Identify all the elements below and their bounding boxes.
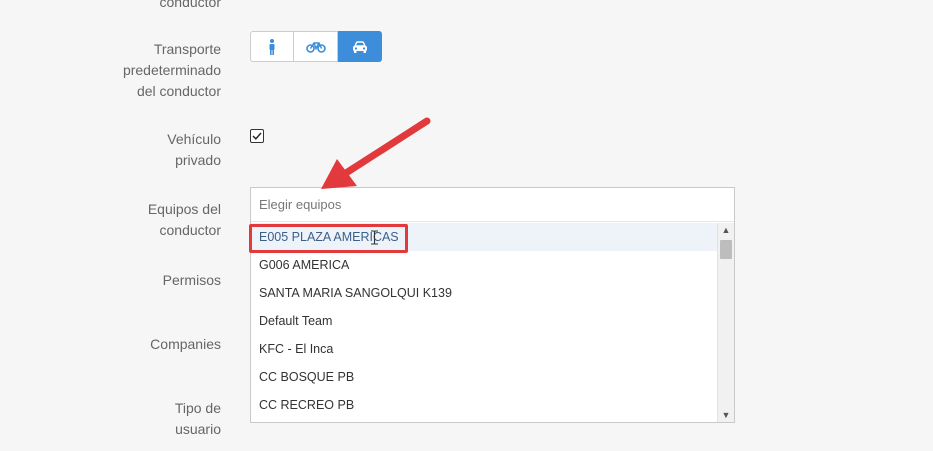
scrollbar-thumb[interactable] <box>720 240 732 259</box>
text-cursor-icon <box>371 230 378 245</box>
label-user-type: Tipo de usuario <box>174 400 221 437</box>
transport-walking-button[interactable] <box>250 31 294 62</box>
team-option[interactable]: CC BOSQUE PB <box>251 363 717 391</box>
label-conductor-partial: conductor <box>159 0 221 10</box>
scroll-up-icon[interactable]: ▲ <box>718 223 734 237</box>
annotation-highlight-box <box>249 224 408 253</box>
walking-icon <box>269 38 275 55</box>
private-vehicle-checkbox[interactable] <box>250 129 264 143</box>
car-icon <box>352 40 367 53</box>
transport-car-button[interactable] <box>338 31 382 62</box>
driver-teams-select: E005 PLAZA AMERICAS G006 AMERICA SANTA M… <box>250 187 735 423</box>
team-option[interactable]: Default Team <box>251 307 717 335</box>
label-private-vehicle: Vehículo privado <box>167 131 221 168</box>
transport-button-group <box>250 31 382 62</box>
bicycle-icon <box>305 41 326 53</box>
team-option[interactable]: SANTA MARIA SANGOLQUI K139 <box>251 279 717 307</box>
transport-bicycle-button[interactable] <box>294 31 338 62</box>
label-driver-teams: Equipos del conductor <box>147 201 221 238</box>
label-permissions: Permisos <box>162 272 221 288</box>
scroll-down-icon[interactable]: ▼ <box>718 408 734 422</box>
options-scrollbar[interactable]: ▲ ▼ <box>717 223 734 422</box>
team-option[interactable]: KFC - El Inca <box>251 335 717 363</box>
team-option[interactable]: G006 AMERICA <box>251 251 717 279</box>
team-option[interactable]: CC RECREO PB <box>251 391 717 419</box>
checkmark-icon <box>252 132 262 140</box>
label-default-transport: Transporte predeterminado del conductor <box>122 41 221 99</box>
label-companies: Companies <box>150 336 221 352</box>
teams-search-input[interactable] <box>251 188 734 222</box>
